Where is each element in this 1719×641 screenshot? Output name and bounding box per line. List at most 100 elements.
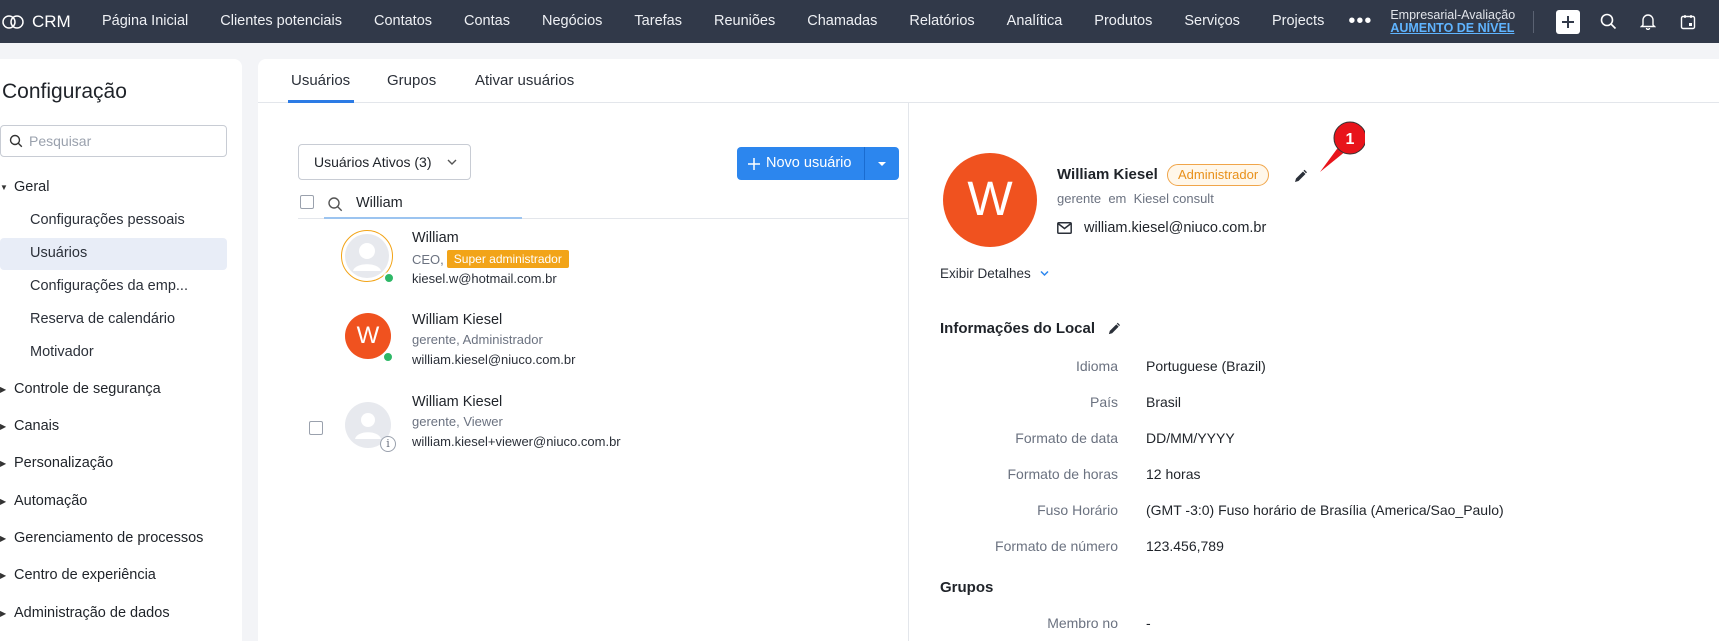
locale-value-country: Brasil	[1146, 394, 1182, 410]
user-filter-dropdown[interactable]: Usuários Ativos (3)	[298, 144, 471, 180]
search-button[interactable]	[1588, 0, 1628, 43]
nav-item-tasks[interactable]: Tarefas	[618, 0, 698, 43]
nav-item-projects[interactable]: Projects	[1256, 0, 1340, 43]
sidebar-search[interactable]	[0, 125, 227, 157]
edition-info: Empresarial-Avaliação AUMENTO DE NÍVEL	[1390, 8, 1515, 35]
users-panel: Usuários Grupos Ativar usuários Usuários…	[258, 59, 1719, 641]
step-number: 1	[1346, 131, 1355, 148]
user-detail-pane: W William Kiesel Administrador gerente e…	[910, 103, 1719, 641]
user-row[interactable]: W William Kiesel gerente, Administrador …	[298, 303, 909, 383]
locale-value-time-format: 12 horas	[1146, 466, 1201, 482]
sidebar-item-personal-settings[interactable]: Configurações pessoais	[30, 212, 185, 228]
groups-value-member-of: -	[1146, 615, 1151, 631]
tab-groups[interactable]: Grupos	[387, 72, 436, 89]
new-user-dropdown-button[interactable]	[864, 147, 900, 180]
user-role-text: CEO,	[412, 251, 444, 267]
user-role: gerente, Viewer	[412, 414, 503, 429]
sidebar-group-data-administration[interactable]: ▶ Administração de dados	[0, 605, 170, 621]
sidebar-group-label: Controle de segurança	[14, 381, 161, 397]
locale-label-timezone: Fuso Horário	[1037, 502, 1118, 518]
locale-value-timezone: (GMT -3:0) Fuso horário de Brasília (Ame…	[1146, 502, 1504, 518]
locale-label-country: País	[1089, 394, 1118, 410]
nav-item-services[interactable]: Serviços	[1168, 0, 1256, 43]
sidebar-group-label: Gerenciamento de processos	[14, 530, 204, 546]
nav-item-products[interactable]: Produtos	[1078, 0, 1168, 43]
more-modules-button[interactable]: •••	[1340, 0, 1380, 43]
sidebar-group-security[interactable]: ▶ Controle de segurança	[0, 381, 161, 397]
top-navigation-bar: CRM Página Inicial Clientes potenciais C…	[0, 0, 1719, 43]
nav-item-calls[interactable]: Chamadas	[791, 0, 893, 43]
caret-right-icon: ▶	[0, 570, 7, 580]
notifications-button[interactable]	[1628, 0, 1668, 43]
locale-title: Informações do Local	[940, 320, 1096, 337]
user-row[interactable]: i William Kiesel gerente, Viewer william…	[298, 383, 909, 463]
step-annotation-callout: 1	[1320, 121, 1365, 172]
edit-icon[interactable]	[1107, 322, 1121, 336]
plus-icon	[1556, 9, 1581, 34]
sidebar-group-automation[interactable]: ▶ Automação	[0, 493, 87, 509]
divider	[1533, 10, 1535, 33]
user-email: william.kiesel+viewer@niuco.com.br	[412, 434, 621, 449]
sidebar-group-process-management[interactable]: ▶ Gerenciamento de processos	[0, 530, 203, 546]
super-admin-badge: Super administrador	[446, 250, 569, 268]
new-user-label: Novo usuário	[766, 155, 852, 171]
nav-item-reports[interactable]: Relatórios	[893, 0, 990, 43]
locale-label-date-format: Formato de data	[1015, 430, 1118, 446]
search-icon	[328, 197, 343, 212]
sidebar-group-label: Geral	[14, 179, 50, 195]
show-details-link[interactable]: Exibir Detalhes	[940, 266, 1050, 281]
tab-bar: Usuários Grupos Ativar usuários	[258, 59, 1719, 103]
sidebar-group-label: Personalização	[14, 455, 114, 471]
nav-item-accounts[interactable]: Contas	[448, 0, 526, 43]
sidebar-group-label: Administração de dados	[14, 605, 170, 621]
groups-label-member-of: Membro no	[1047, 615, 1118, 631]
sidebar-group-channels[interactable]: ▶ Canais	[0, 418, 59, 434]
search-icon	[1600, 13, 1616, 30]
crm-logo[interactable]: CRM	[0, 12, 86, 32]
search-icon	[9, 134, 23, 148]
sidebar-search-input[interactable]	[29, 133, 209, 149]
user-role: CEO, Super administrador	[412, 250, 569, 268]
nav-item-leads[interactable]: Clientes potenciais	[204, 0, 358, 43]
tab-activate-users[interactable]: Ativar usuários	[475, 72, 574, 89]
sidebar-group-customization[interactable]: ▶ Personalização	[0, 455, 113, 471]
user-row[interactable]: William CEO, Super administrador kiesel.…	[298, 221, 909, 301]
chevron-down-icon	[447, 159, 457, 165]
nav-item-analytics[interactable]: Analítica	[991, 0, 1079, 43]
caret-right-icon: ▶	[0, 496, 7, 506]
caret-right-icon: ▶	[0, 533, 7, 543]
sidebar-group-general[interactable]: ▼ Geral	[0, 179, 49, 195]
nav-item-contacts[interactable]: Contatos	[358, 0, 448, 43]
nav-item-meetings[interactable]: Reuniões	[698, 0, 791, 43]
module-nav: Página Inicial Clientes potenciais Conta…	[86, 0, 1340, 43]
sidebar-item-calendar-booking[interactable]: Reserva de calendário	[30, 311, 175, 327]
sidebar-group-label: Centro de experiência	[14, 567, 156, 583]
detail-user-email-row: william.kiesel@niuco.com.br	[1057, 220, 1266, 236]
calendar-button[interactable]	[1668, 0, 1708, 43]
bell-icon	[1640, 14, 1657, 30]
show-details-label: Exibir Detalhes	[940, 266, 1031, 281]
locale-label-number-format: Formato de número	[995, 538, 1118, 554]
quick-create-button[interactable]	[1548, 0, 1588, 43]
search-underline	[324, 217, 522, 219]
user-filter-value: Usuários Ativos (3)	[314, 154, 432, 170]
locale-value-number-format: 123.456,789	[1146, 538, 1224, 554]
row-checkbox[interactable]	[309, 421, 323, 435]
chevron-down-icon	[1040, 270, 1049, 277]
caret-right-icon: ▶	[0, 458, 7, 468]
detail-user-name: William Kiesel	[1057, 166, 1158, 183]
select-all-checkbox[interactable]	[300, 195, 314, 209]
setup-sidebar: Configuração ▼ Geral Configurações pesso…	[0, 59, 242, 641]
sidebar-item-users[interactable]: Usuários	[30, 245, 87, 261]
list-search-input[interactable]: William	[356, 195, 403, 211]
tab-users[interactable]: Usuários	[291, 72, 350, 89]
sidebar-item-company-settings[interactable]: Configurações da emp...	[30, 278, 188, 294]
list-header: William	[298, 189, 909, 219]
nav-item-deals[interactable]: Negócios	[526, 0, 618, 43]
upgrade-link[interactable]: AUMENTO DE NÍVEL	[1390, 22, 1515, 35]
caret-right-icon: ▶	[0, 384, 7, 394]
nav-item-home[interactable]: Página Inicial	[86, 0, 204, 43]
sidebar-group-experience-center[interactable]: ▶ Centro de experiência	[0, 567, 156, 583]
sidebar-item-motivator[interactable]: Motivador	[30, 344, 94, 360]
new-user-button[interactable]: Novo usuário	[737, 147, 865, 180]
